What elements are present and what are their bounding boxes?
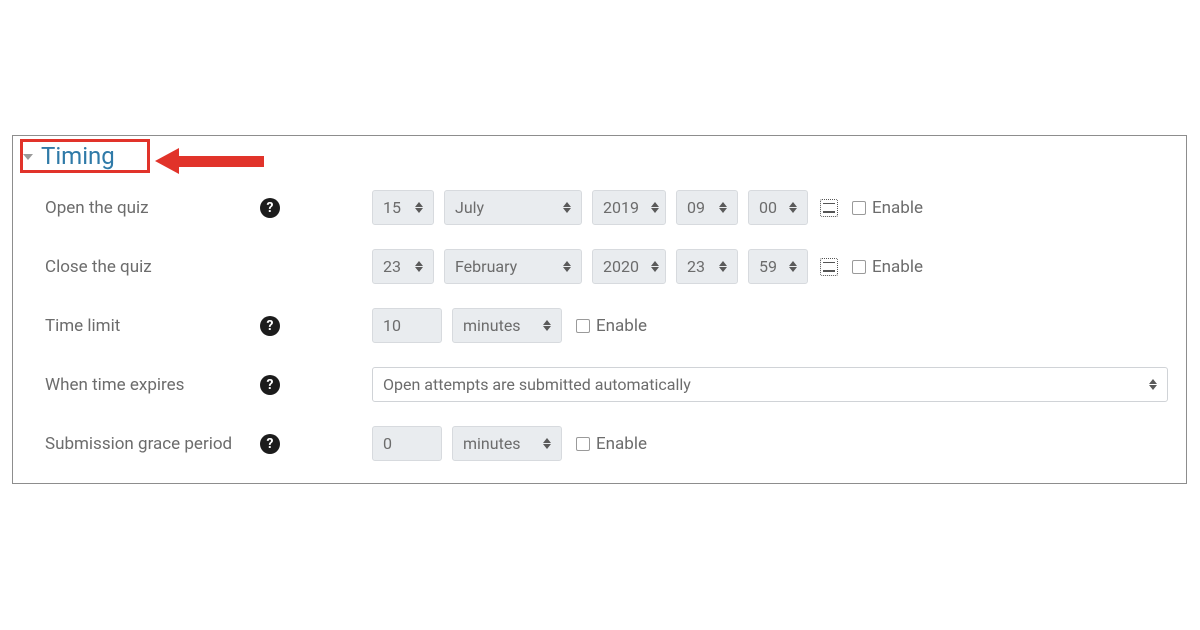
grace-enable[interactable]: Enable bbox=[576, 434, 647, 454]
section-header[interactable]: Timing bbox=[23, 142, 1176, 172]
label-open-quiz: Open the quiz bbox=[45, 198, 149, 218]
open-enable[interactable]: Enable bbox=[852, 198, 923, 218]
close-month-select[interactable]: February bbox=[444, 249, 582, 284]
label-time-expires: When time expires bbox=[45, 375, 184, 395]
row-close-quiz: Close the quiz 23 February 2020 23 59 En… bbox=[23, 249, 1176, 284]
label-grace-period: Submission grace period bbox=[45, 434, 232, 454]
help-icon[interactable]: ? bbox=[260, 434, 280, 454]
label-time-limit: Time limit bbox=[45, 316, 120, 336]
open-month-select[interactable]: July bbox=[444, 190, 582, 225]
row-time-expires: When time expires ? Open attempts are su… bbox=[23, 367, 1176, 402]
grace-value-input[interactable]: 0 bbox=[372, 426, 442, 461]
row-time-limit: Time limit ? 10 minutes Enable bbox=[23, 308, 1176, 343]
checkbox-icon[interactable] bbox=[576, 437, 590, 451]
row-grace-period: Submission grace period ? 0 minutes Enab… bbox=[23, 426, 1176, 461]
row-open-quiz: Open the quiz ? 15 July 2019 09 00 Enabl… bbox=[23, 190, 1176, 225]
close-hour-select[interactable]: 23 bbox=[676, 249, 738, 284]
limit-enable[interactable]: Enable bbox=[576, 316, 647, 336]
open-hour-select[interactable]: 09 bbox=[676, 190, 738, 225]
close-day-select[interactable]: 23 bbox=[372, 249, 434, 284]
annotation-arrow bbox=[155, 148, 264, 174]
checkbox-icon[interactable] bbox=[852, 260, 866, 274]
calendar-icon[interactable] bbox=[820, 258, 838, 276]
help-icon[interactable]: ? bbox=[260, 375, 280, 395]
section-title: Timing bbox=[39, 142, 117, 172]
close-enable[interactable]: Enable bbox=[852, 257, 923, 277]
checkbox-icon[interactable] bbox=[576, 319, 590, 333]
timing-panel: Timing Open the quiz ? 15 July 2019 09 0… bbox=[12, 135, 1187, 484]
caret-down-icon bbox=[23, 154, 33, 160]
close-minute-select[interactable]: 59 bbox=[748, 249, 808, 284]
calendar-icon[interactable] bbox=[820, 199, 838, 217]
limit-value-input[interactable]: 10 bbox=[372, 308, 442, 343]
close-year-select[interactable]: 2020 bbox=[592, 249, 666, 284]
expire-action-select[interactable]: Open attempts are submitted automaticall… bbox=[372, 367, 1168, 402]
limit-unit-select[interactable]: minutes bbox=[452, 308, 562, 343]
open-minute-select[interactable]: 00 bbox=[748, 190, 808, 225]
grace-unit-select[interactable]: minutes bbox=[452, 426, 562, 461]
label-close-quiz: Close the quiz bbox=[45, 257, 152, 277]
checkbox-icon[interactable] bbox=[852, 201, 866, 215]
help-icon[interactable]: ? bbox=[260, 198, 280, 218]
open-year-select[interactable]: 2019 bbox=[592, 190, 666, 225]
open-day-select[interactable]: 15 bbox=[372, 190, 434, 225]
help-icon[interactable]: ? bbox=[260, 316, 280, 336]
